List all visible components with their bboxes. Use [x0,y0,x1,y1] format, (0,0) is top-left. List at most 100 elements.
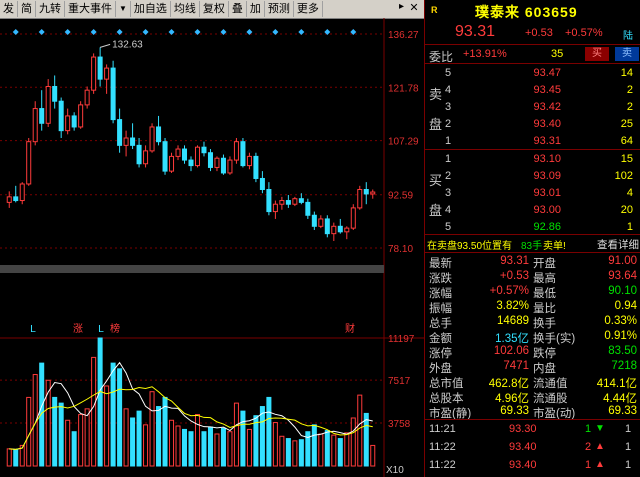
candle-body [194,146,201,167]
toolbar-btn-forecast[interactable]: 预测 [265,1,294,17]
tick-volume: 1 [585,459,592,471]
chart-event-marker: 榜 [110,322,120,335]
volume-bar [233,402,239,467]
toolbar-btn-events[interactable]: 重大事件 [65,1,116,17]
order-level: 5 [445,67,452,79]
order-level: 2 [445,170,452,182]
divider [425,149,640,150]
volume-bar [117,368,123,467]
order-level: 5 [445,221,452,233]
order-price: 93.40 [533,118,561,130]
candle-body [84,89,90,106]
stat-row: 总市值 462.8亿 流通值 414.1亿 [425,374,640,390]
candle-body [156,126,162,143]
buy-button[interactable]: 买 [585,47,609,61]
order-level: 3 [445,101,452,113]
sell-order-row: 4 93.45 2 [425,83,640,98]
toolbar-btn-fa[interactable]: 发 [0,1,18,17]
volume-bar [78,414,84,467]
sell-button[interactable]: 卖 [615,47,639,61]
order-qty: 20 [620,204,633,216]
event-marker-icon [12,29,19,35]
price-axis-label: 92.59 [388,191,413,202]
close-icon[interactable]: ✕ [408,0,420,16]
tick-time: 11:22 [429,441,456,453]
stat-value: 69.33 [500,405,529,417]
candle-body [246,155,252,167]
candle-body [71,115,77,128]
toolbar-btn-overlay[interactable]: 叠 [229,1,247,17]
toolbar-btn-adjust[interactable]: 复权 [200,1,229,17]
stat-value: 90.10 [608,285,637,297]
candle-body [97,56,103,80]
candle-body [233,141,239,161]
order-qty: 102 [614,170,633,182]
volume-bar [201,431,207,467]
toolbar-btn-more[interactable]: 更多 [294,1,323,17]
sell-order-row: 2 93.40 25 [425,117,640,132]
candle-body [201,146,207,154]
volume-bar [318,433,324,467]
volume-bar [292,440,298,467]
order-price: 93.01 [533,187,561,199]
order-qty: 2 [626,84,633,96]
volume-bar [188,431,194,467]
volume-bar [149,391,155,467]
tick-row: 11:22 93.40 1 ▲ 1 [425,456,640,474]
price-row: 93.31 +0.53 +0.57% 陆 [425,21,640,42]
tick-price: 93.40 [509,441,537,453]
price-axis-label: 136.27 [388,30,419,41]
notice-detail-link[interactable]: 查看详细 [597,237,639,252]
stat-value: 91.00 [608,255,637,267]
stat-row: 涨幅 +0.57% 最低 90.10 [425,284,640,300]
sell-order-row: 5 93.47 14 [425,66,640,81]
order-level: 3 [445,187,452,199]
toolbar-btn-jiuzhuan[interactable]: 九转 [36,1,65,17]
candle-body [13,196,19,202]
volume-bar [272,422,278,467]
notice-qty: 83手 [521,241,543,252]
toolbar-btn-ma[interactable]: 均线 [171,1,200,17]
order-qty: 2 [626,101,633,113]
stat-value: 69.33 [608,405,637,417]
event-marker-icon [142,29,149,35]
stat-value: 93.31 [500,255,529,267]
buy-order-row: 4 93.00 20 [425,203,640,218]
price-axis-label: 107.29 [388,137,419,148]
candle-body [91,56,97,91]
order-price: 93.10 [533,153,561,165]
more-arrow-icon[interactable]: ▸ [399,1,404,12]
stat-value: 7471 [503,360,529,372]
toolbar-btn-jian[interactable]: 简 [18,1,36,17]
candle-body [175,148,181,157]
candle-body [285,200,291,205]
market-tag: R [431,5,438,15]
volume-bar [136,410,142,467]
kline-chart[interactable]: 136.27 121.78 107.29 92.59 78.10 11197 7517 375… [0,18,424,477]
candle-body [337,225,343,233]
volume-bar [214,433,220,467]
candle-body [110,67,116,121]
tick-row: 11:22 93.40 2 ▲ 1 [425,438,640,456]
candle-body [65,115,71,132]
volume-bar [65,419,71,467]
candle-body [344,227,350,233]
volume-bar [26,396,32,467]
event-marker-icon [168,29,175,35]
divider [425,252,640,253]
candle-body [181,148,188,161]
toolbar-btn-add-watch[interactable]: 加自选 [131,1,171,17]
toolbar-dropdown-icon[interactable]: ▼ [116,1,131,17]
toolbar-btn-add[interactable]: 加 [247,1,265,17]
candle-body [130,137,136,146]
quote-panel: R 璞泰来 603659 93.31 +0.53 +0.57% 陆 委比 +13… [424,0,640,477]
volume-bar [110,362,116,467]
order-level: 1 [445,153,452,165]
order-qty: 4 [626,187,633,199]
volume-bar [357,394,363,467]
stat-value: 83.50 [608,345,637,357]
candle-body [357,189,363,209]
tick-price: 93.40 [509,459,537,471]
volume-bar [207,426,213,467]
price-axis-label: 78.10 [388,244,413,255]
